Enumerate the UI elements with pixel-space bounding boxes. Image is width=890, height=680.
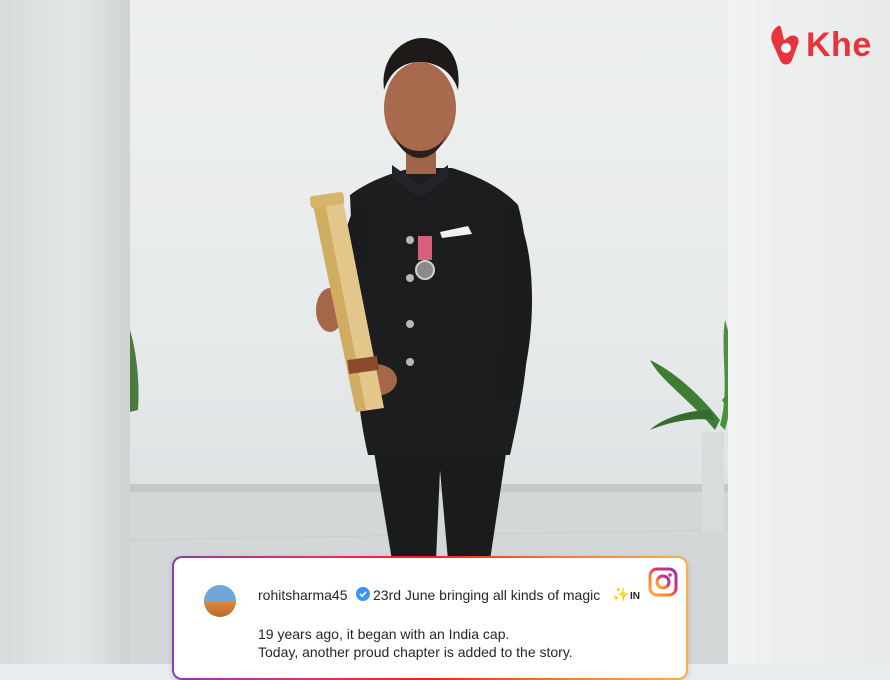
instagram-caption-card: rohitsharma45 23rd June bringing all kin…: [172, 556, 688, 680]
post-username[interactable]: rohitsharma45: [258, 587, 348, 603]
brand-logo[interactable]: Khe: [768, 22, 872, 68]
brand-logo-text: Khe: [806, 25, 872, 64]
plant-left: [130, 330, 139, 412]
profile-avatar[interactable]: [204, 585, 236, 617]
left-background-panel: [0, 0, 130, 664]
caption-body-line-2: Today, another proud chapter is added to…: [258, 644, 573, 660]
sparkles-icon: ✨: [612, 586, 630, 602]
verified-badge-icon: [356, 587, 370, 601]
brand-logo-icon: [771, 25, 799, 65]
caption-first-line: 23rd June bringing all kinds of magic: [373, 587, 601, 603]
india-flag-label: IN: [630, 591, 640, 602]
right-background-panel: [728, 0, 890, 664]
instagram-icon: [648, 567, 678, 597]
caption-body-line-1: 19 years ago, it began with an India cap…: [258, 626, 510, 642]
